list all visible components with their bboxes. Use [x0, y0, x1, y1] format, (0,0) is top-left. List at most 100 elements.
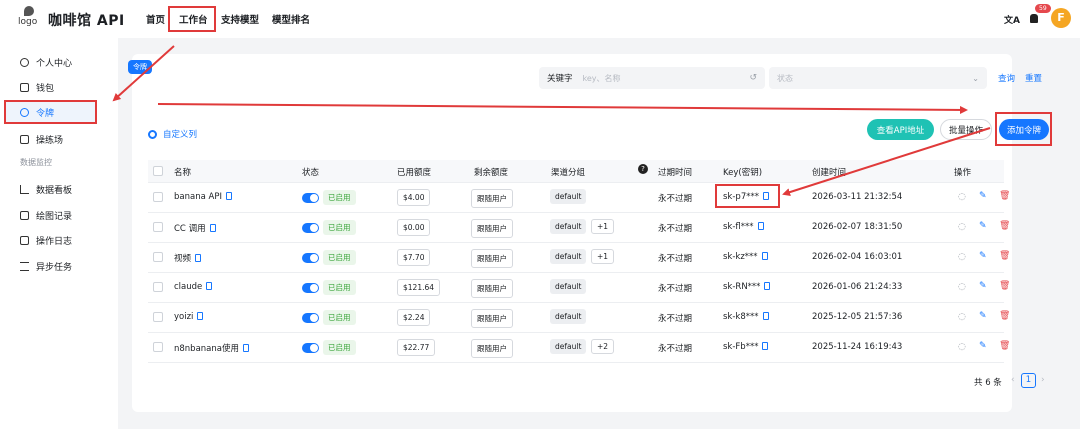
custom-columns-button[interactable]: 自定义列	[148, 128, 197, 140]
copy-icon[interactable]	[764, 282, 771, 290]
expire-time: 永不过期	[658, 314, 693, 324]
remaining-quota: 跟随用户	[471, 219, 513, 238]
batch-actions-button[interactable]: 批量操作	[940, 119, 992, 140]
edit-icon[interactable]: ✎	[979, 311, 987, 321]
copy-icon[interactable]	[757, 222, 764, 230]
nav-home[interactable]: 首页	[146, 12, 165, 26]
status-toggle[interactable]	[302, 223, 319, 233]
status-toggle[interactable]	[302, 313, 319, 323]
status-badge: 已启用	[323, 190, 356, 205]
sidebar-item-profile[interactable]: 个人中心	[20, 53, 72, 71]
copy-icon[interactable]	[762, 192, 769, 200]
translate-icon[interactable]: 文A	[1004, 13, 1020, 26]
sidebar-item-label: 异步任务	[36, 262, 73, 273]
undo-icon[interactable]: ↺	[749, 73, 757, 83]
token-name-text: claude	[174, 282, 203, 292]
keyword-filter[interactable]: 关键字 key、名称 ↺	[539, 67, 765, 89]
extra-groups-tag[interactable]: +1	[591, 219, 615, 234]
image-icon	[20, 210, 29, 220]
custom-columns-label: 自定义列	[163, 130, 198, 140]
bell-icon[interactable]	[1030, 14, 1038, 23]
edit-icon[interactable]: ✎	[979, 191, 987, 201]
add-token-button[interactable]: 添加令牌	[999, 119, 1049, 140]
logo-leaf-icon	[24, 6, 34, 16]
page-button-current[interactable]: 1	[1021, 373, 1036, 388]
status-toggle[interactable]	[302, 193, 319, 203]
status-toggle[interactable]	[302, 283, 319, 293]
row-checkbox[interactable]	[153, 192, 163, 202]
edit-icon[interactable]: ✎	[979, 251, 987, 261]
copy-icon[interactable]	[761, 252, 768, 260]
app-title[interactable]: 咖啡馆 API	[48, 10, 125, 30]
keyword-input[interactable]: key、名称	[583, 73, 750, 84]
row-checkbox[interactable]	[153, 252, 163, 262]
status-select[interactable]: 状态 ⌄	[769, 67, 987, 89]
copy-icon[interactable]	[209, 224, 216, 232]
token-key: sk-Fb***	[723, 342, 769, 352]
sidebar-item-async-tasks[interactable]: 异步任务	[20, 257, 72, 275]
delete-icon[interactable]: 🗑	[999, 311, 1010, 321]
edit-icon[interactable]: ✎	[979, 341, 987, 351]
expire-time: 永不过期	[658, 344, 693, 354]
row-divider	[148, 242, 1004, 243]
copy-icon[interactable]	[225, 192, 232, 200]
copy-icon[interactable]	[206, 282, 213, 290]
sidebar-item-operation-log[interactable]: 操作日志	[20, 231, 72, 249]
log-icon	[20, 235, 29, 245]
copy-icon[interactable]	[762, 312, 769, 320]
chat-icon[interactable]: ◌	[958, 342, 966, 352]
token-name-text: banana API	[174, 192, 222, 202]
sidebar-item-drawing-log[interactable]: 绘图记录	[20, 206, 72, 224]
header-expire: 过期时间	[658, 168, 693, 178]
logo[interactable]: logo	[18, 6, 40, 30]
avatar[interactable]: F	[1051, 8, 1071, 28]
used-quota: $121.64	[397, 279, 441, 296]
copy-icon[interactable]	[195, 254, 202, 262]
query-button[interactable]: 查询	[998, 72, 1015, 84]
edit-icon[interactable]: ✎	[979, 281, 987, 291]
chevron-right-icon[interactable]: ›	[1041, 375, 1045, 385]
edit-icon[interactable]: ✎	[979, 221, 987, 231]
chat-icon[interactable]: ◌	[958, 312, 966, 322]
status-toggle[interactable]	[302, 253, 319, 263]
copy-icon[interactable]	[242, 344, 249, 352]
delete-icon[interactable]: 🗑	[999, 281, 1010, 291]
select-all-checkbox[interactable]	[153, 166, 163, 176]
reset-button[interactable]: 重置	[1025, 72, 1042, 84]
created-time: 2026-01-06 21:24:33	[812, 282, 903, 292]
group-tag: default	[550, 249, 587, 264]
help-icon[interactable]: ?	[638, 164, 648, 174]
group-tag: default	[550, 339, 587, 354]
token-name-text: CC 调用	[174, 224, 206, 234]
chevron-left-icon[interactable]: ‹	[1011, 375, 1015, 385]
row-checkbox[interactable]	[153, 342, 163, 352]
status-toggle[interactable]	[302, 343, 319, 353]
copy-icon[interactable]	[762, 342, 769, 350]
copy-icon[interactable]	[197, 312, 204, 320]
chat-icon[interactable]: ◌	[958, 192, 966, 202]
row-checkbox[interactable]	[153, 312, 163, 322]
delete-icon[interactable]: 🗑	[999, 251, 1010, 261]
extra-groups-tag[interactable]: +2	[591, 339, 615, 354]
nav-workspace[interactable]: 工作台	[168, 6, 216, 32]
chat-icon[interactable]: ◌	[958, 222, 966, 232]
chat-icon[interactable]: ◌	[958, 252, 966, 262]
remaining-quota: 跟随用户	[471, 249, 513, 268]
delete-icon[interactable]: 🗑	[999, 341, 1010, 351]
delete-icon[interactable]: 🗑	[999, 221, 1010, 231]
status-badge: 已启用	[323, 220, 356, 235]
sidebar-item-tokens[interactable]: 令牌	[4, 100, 97, 124]
row-checkbox[interactable]	[153, 222, 163, 232]
view-api-button[interactable]: 查看API地址	[867, 119, 934, 140]
delete-icon[interactable]: 🗑	[999, 191, 1010, 201]
row-checkbox[interactable]	[153, 282, 163, 292]
chat-icon[interactable]: ◌	[958, 282, 966, 292]
nav-model-ranking[interactable]: 模型排名	[272, 12, 310, 26]
token-name: claude	[174, 282, 213, 292]
sidebar-item-playground[interactable]: 操练场	[20, 130, 63, 148]
used-quota: $22.77	[397, 339, 436, 356]
extra-groups-tag[interactable]: +1	[591, 249, 615, 264]
sidebar-item-dashboard[interactable]: 数据看板	[20, 180, 72, 198]
nav-models[interactable]: 支持模型	[221, 12, 259, 26]
sidebar-item-wallet[interactable]: 钱包	[20, 78, 54, 96]
